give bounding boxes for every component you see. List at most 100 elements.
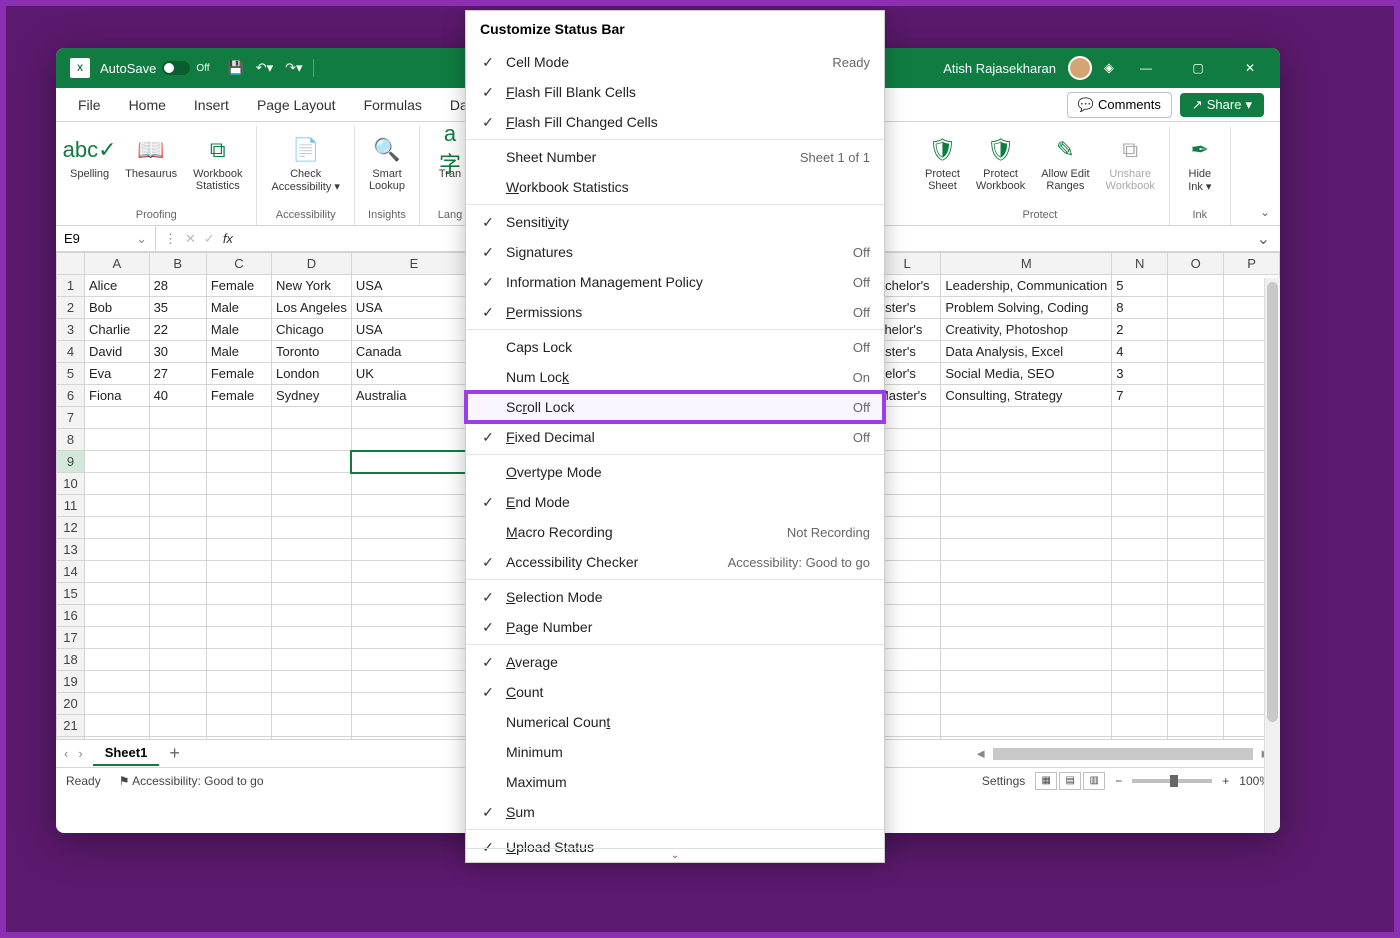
cell-A12[interactable] — [85, 517, 150, 539]
workbook-statistics-button[interactable]: ⧉WorkbookStatistics — [187, 132, 248, 194]
cell-O16[interactable] — [1168, 605, 1224, 627]
statusbar-option-selection-mode[interactable]: ✓Selection Mode — [466, 582, 884, 612]
cell-B2[interactable]: 35 — [149, 297, 206, 319]
cell-D8[interactable] — [272, 429, 352, 451]
cell-O22[interactable] — [1168, 737, 1224, 740]
vertical-scrollbar[interactable] — [1264, 278, 1280, 833]
spelling-button[interactable]: abc✓Spelling — [64, 132, 115, 182]
cell-B3[interactable]: 22 — [149, 319, 206, 341]
cell-C12[interactable] — [206, 517, 271, 539]
cell-B11[interactable] — [149, 495, 206, 517]
statusbar-option-page-number[interactable]: ✓Page Number — [466, 612, 884, 642]
cell-A21[interactable] — [85, 715, 150, 737]
cell-E8[interactable] — [351, 429, 476, 451]
cell-N7[interactable] — [1112, 407, 1168, 429]
cell-O21[interactable] — [1168, 715, 1224, 737]
menu-home[interactable]: Home — [115, 91, 180, 119]
cell-N9[interactable] — [1112, 451, 1168, 473]
cell-E18[interactable] — [351, 649, 476, 671]
cell-O10[interactable] — [1168, 473, 1224, 495]
maximize-button[interactable]: ▢ — [1178, 61, 1218, 75]
statusbar-option-caps-lock[interactable]: Caps LockOff — [466, 332, 884, 362]
row-header-21[interactable]: 21 — [57, 715, 85, 737]
cell-B4[interactable]: 30 — [149, 341, 206, 363]
cell-N19[interactable] — [1112, 671, 1168, 693]
undo-icon[interactable]: ↶▾ — [250, 56, 279, 80]
row-header-3[interactable]: 3 — [57, 319, 85, 341]
cell-C3[interactable]: Male — [206, 319, 271, 341]
cell-D11[interactable] — [272, 495, 352, 517]
cell-C16[interactable] — [206, 605, 271, 627]
cell-N11[interactable] — [1112, 495, 1168, 517]
cell-C8[interactable] — [206, 429, 271, 451]
cell-E5[interactable]: UK — [351, 363, 476, 385]
cell-A17[interactable] — [85, 627, 150, 649]
cell-A1[interactable]: Alice — [85, 275, 150, 297]
cell-C19[interactable] — [206, 671, 271, 693]
ribbon-collapse-icon[interactable]: ⌄ — [1260, 205, 1270, 219]
cell-M6[interactable]: Consulting, Strategy — [941, 385, 1112, 407]
cell-E4[interactable]: Canada — [351, 341, 476, 363]
row-header-1[interactable]: 1 — [57, 275, 85, 297]
cell-B1[interactable]: 28 — [149, 275, 206, 297]
cell-D10[interactable] — [272, 473, 352, 495]
col-header-D[interactable]: D — [272, 253, 352, 275]
cell-A4[interactable]: David — [85, 341, 150, 363]
cell-M1[interactable]: Leadership, Communication — [941, 275, 1112, 297]
row-header-15[interactable]: 15 — [57, 583, 85, 605]
row-header-16[interactable]: 16 — [57, 605, 85, 627]
cell-O12[interactable] — [1168, 517, 1224, 539]
unshare-workbook-button[interactable]: ⧉UnshareWorkbook — [1100, 132, 1161, 194]
cell-M16[interactable] — [941, 605, 1112, 627]
row-header-6[interactable]: 6 — [57, 385, 85, 407]
cell-D4[interactable]: Toronto — [272, 341, 352, 363]
menu-formulas[interactable]: Formulas — [350, 91, 436, 119]
cell-N10[interactable] — [1112, 473, 1168, 495]
cell-M4[interactable]: Data Analysis, Excel — [941, 341, 1112, 363]
cell-A9[interactable] — [85, 451, 150, 473]
cell-C18[interactable] — [206, 649, 271, 671]
cell-M15[interactable] — [941, 583, 1112, 605]
cell-C2[interactable]: Male — [206, 297, 271, 319]
cell-M2[interactable]: Problem Solving, Coding — [941, 297, 1112, 319]
cell-M3[interactable]: Creativity, Photoshop — [941, 319, 1112, 341]
statusbar-option-numerical-count[interactable]: Numerical Count — [466, 707, 884, 737]
cell-O1[interactable] — [1168, 275, 1224, 297]
cell-A5[interactable]: Eva — [85, 363, 150, 385]
cell-D5[interactable]: London — [272, 363, 352, 385]
menu-page-layout[interactable]: Page Layout — [243, 91, 350, 119]
cell-O13[interactable] — [1168, 539, 1224, 561]
statusbar-option-sum[interactable]: ✓Sum — [466, 797, 884, 827]
row-header-22[interactable]: 22 — [57, 737, 85, 740]
cell-B15[interactable] — [149, 583, 206, 605]
row-header-10[interactable]: 10 — [57, 473, 85, 495]
statusbar-option-sheet-number[interactable]: Sheet NumberSheet 1 of 1 — [466, 142, 884, 172]
fx-icon[interactable]: fx — [223, 231, 233, 246]
cell-N2[interactable]: 8 — [1112, 297, 1168, 319]
statusbar-option-workbook-statistics[interactable]: Workbook Statistics — [466, 172, 884, 202]
cell-A2[interactable]: Bob — [85, 297, 150, 319]
cell-E20[interactable] — [351, 693, 476, 715]
cell-C6[interactable]: Female — [206, 385, 271, 407]
minimize-button[interactable]: — — [1126, 61, 1166, 75]
cell-D13[interactable] — [272, 539, 352, 561]
cell-N14[interactable] — [1112, 561, 1168, 583]
statusbar-option-num-lock[interactable]: Num LockOn — [466, 362, 884, 392]
cell-C14[interactable] — [206, 561, 271, 583]
cell-N4[interactable]: 4 — [1112, 341, 1168, 363]
cell-O18[interactable] — [1168, 649, 1224, 671]
cell-N22[interactable] — [1112, 737, 1168, 740]
cell-B18[interactable] — [149, 649, 206, 671]
cell-M18[interactable] — [941, 649, 1112, 671]
statusbar-option-scroll-lock[interactable]: Scroll LockOff — [466, 392, 884, 422]
statusbar-option-count[interactable]: ✓Count — [466, 677, 884, 707]
protect-sheet-button[interactable]: 🛡ProtectSheet — [919, 132, 966, 194]
cell-D14[interactable] — [272, 561, 352, 583]
row-header-5[interactable]: 5 — [57, 363, 85, 385]
cell-D20[interactable] — [272, 693, 352, 715]
cell-B7[interactable] — [149, 407, 206, 429]
cell-E22[interactable] — [351, 737, 476, 740]
cell-A15[interactable] — [85, 583, 150, 605]
row-header-17[interactable]: 17 — [57, 627, 85, 649]
cell-B17[interactable] — [149, 627, 206, 649]
